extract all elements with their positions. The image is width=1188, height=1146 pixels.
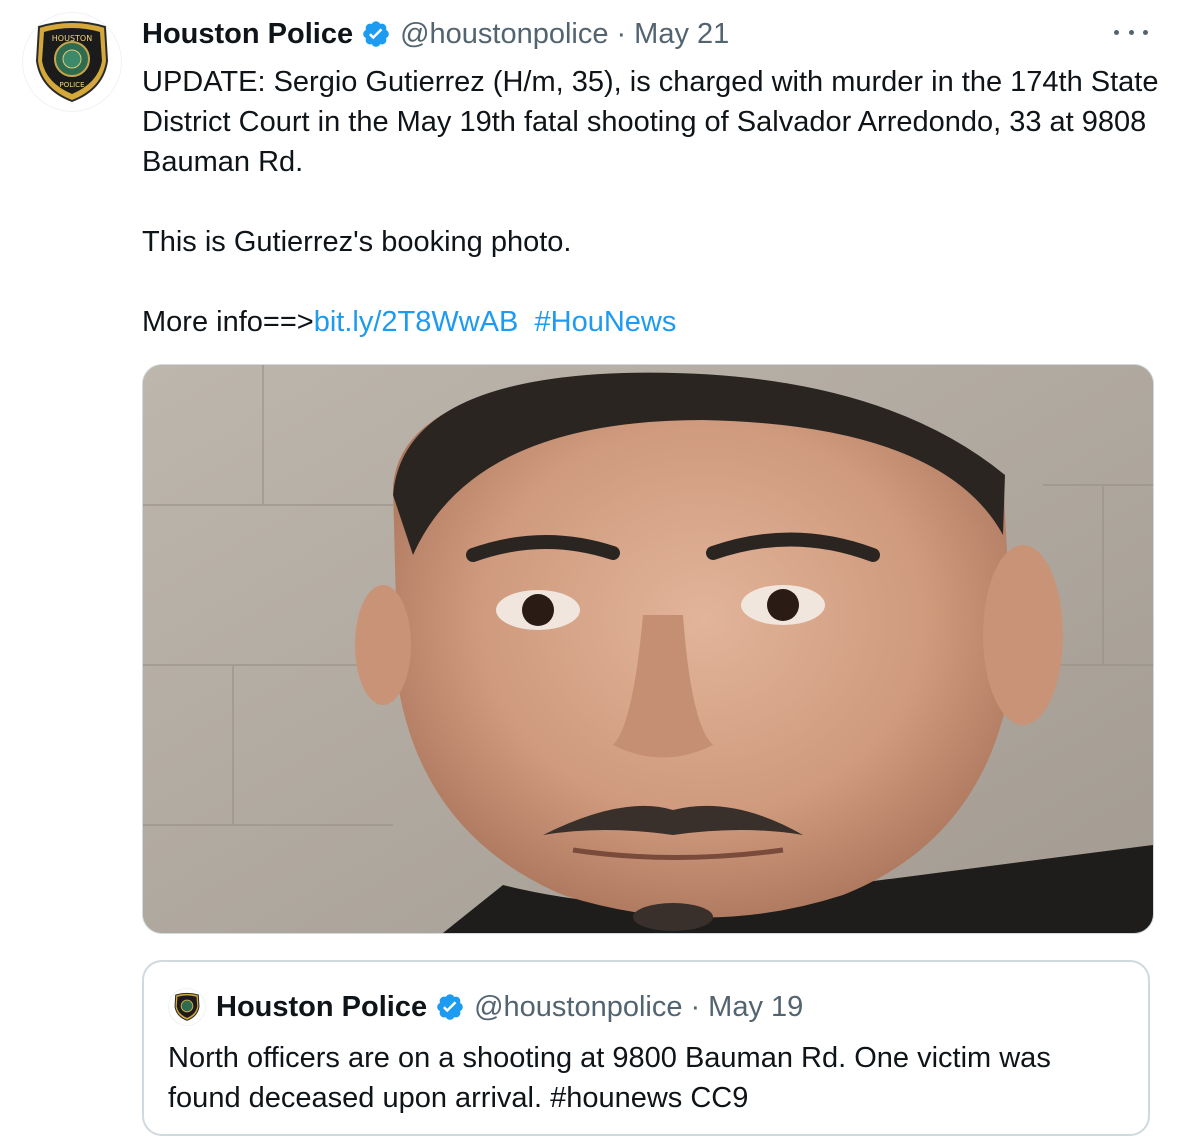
police-badge-logo: HOUSTON POLICE bbox=[35, 21, 109, 103]
quoted-tweet-date: May 19 bbox=[708, 990, 804, 1023]
author-handle[interactable]: @houstonpolice bbox=[400, 18, 608, 51]
quoted-author-avatar bbox=[168, 988, 206, 1026]
quoted-author-handle: @houstonpolice bbox=[474, 990, 683, 1023]
verified-badge-icon bbox=[435, 992, 465, 1022]
tweet[interactable]: HOUSTON POLICE Houston Police @houstonpo… bbox=[0, 0, 1188, 1146]
author-avatar[interactable]: HOUSTON POLICE bbox=[22, 12, 122, 112]
police-badge-logo bbox=[174, 992, 200, 1021]
tweet-paragraph: More info==>bit.ly/2T8WwAB #HouNews bbox=[142, 302, 1162, 342]
quoted-tweet-header: Houston Police @houstonpolice · May 19 bbox=[216, 988, 803, 1026]
booking-photo-image bbox=[143, 365, 1153, 933]
separator-dot: · bbox=[616, 17, 627, 50]
quoted-tweet[interactable]: Houston Police @houstonpolice · May 19 N… bbox=[142, 960, 1150, 1136]
tweet-date[interactable]: May 21 bbox=[634, 18, 729, 51]
hashtag-link[interactable]: #HouNews bbox=[535, 306, 677, 338]
tweet-paragraph: This is Gutierrez's booking photo. bbox=[142, 226, 572, 258]
svg-text:POLICE: POLICE bbox=[59, 81, 84, 89]
verified-badge-icon bbox=[361, 19, 391, 49]
quoted-author-name: Houston Police bbox=[216, 990, 428, 1023]
tweet-link[interactable]: bit.ly/2T8WwAB bbox=[314, 306, 519, 338]
more-options-icon[interactable] bbox=[1114, 18, 1148, 46]
author-name[interactable]: Houston Police bbox=[142, 18, 353, 51]
tweet-paragraph: UPDATE: Sergio Gutierrez (H/m, 35), is c… bbox=[142, 66, 1159, 178]
tweet-header: Houston Police @houstonpolice · May 21 bbox=[142, 14, 729, 54]
separator-dot: · bbox=[690, 990, 701, 1023]
quoted-tweet-text: North officers are on a shooting at 9800… bbox=[168, 1042, 1051, 1114]
tweet-media-photo[interactable] bbox=[142, 364, 1154, 934]
svg-text:HOUSTON: HOUSTON bbox=[52, 34, 92, 43]
more-info-label: More info==> bbox=[142, 306, 314, 338]
tweet-text: UPDATE: Sergio Gutierrez (H/m, 35), is c… bbox=[142, 62, 1162, 342]
